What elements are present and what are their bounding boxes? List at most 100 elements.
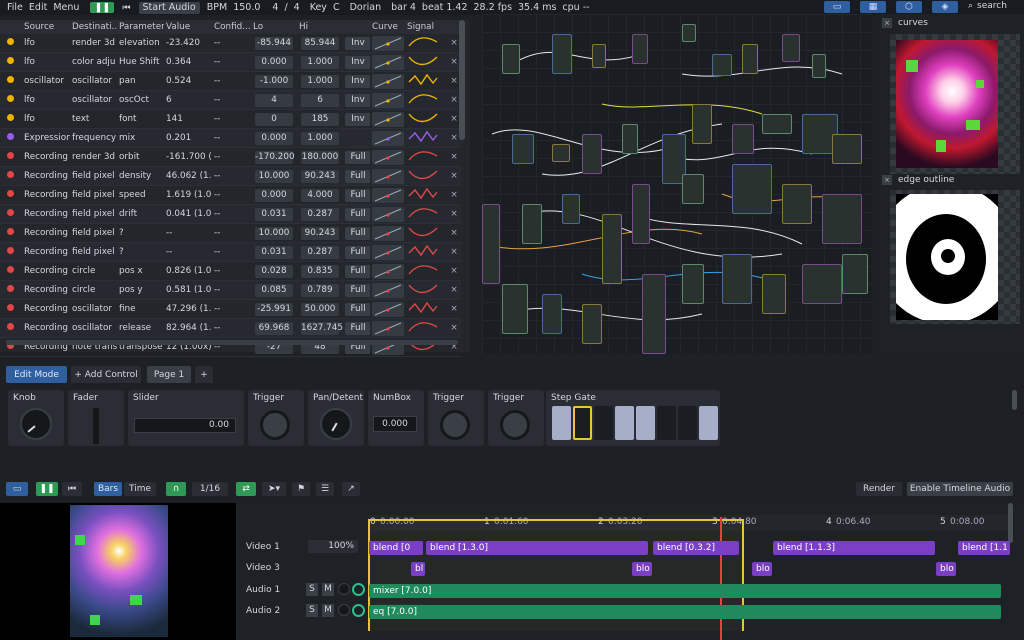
render-button[interactable]: Render (856, 482, 902, 496)
lo-field[interactable]: -85.944 (255, 36, 293, 50)
graph-node[interactable] (732, 164, 772, 214)
table-row[interactable]: Recording field pixel drift 0.041 (1.0( … (0, 204, 461, 224)
video-clip[interactable]: blend [1.1.3] (773, 541, 935, 555)
graph-node[interactable] (842, 254, 868, 294)
playhead[interactable] (720, 517, 722, 640)
curve-preview[interactable] (372, 92, 404, 108)
hi-field[interactable]: 0.287 (301, 245, 339, 259)
hi-field[interactable]: 1.000 (301, 74, 339, 88)
lo-field[interactable]: 0.000 (255, 188, 293, 202)
pan-dial[interactable] (320, 408, 352, 440)
graph-node[interactable] (692, 104, 712, 144)
search-button[interactable]: ⌕ search (968, 1, 1007, 11)
curve-preview[interactable] (372, 225, 404, 241)
row-hi[interactable]: 0.835 (297, 261, 343, 281)
graph-node[interactable] (682, 174, 704, 204)
row-curve[interactable] (370, 261, 405, 281)
solo-button[interactable]: S (306, 604, 318, 617)
mode-button[interactable]: Inv (345, 55, 370, 69)
remove-row-icon[interactable]: × (447, 166, 461, 186)
row-mode[interactable]: Full (343, 166, 370, 186)
col-confidence[interactable]: Confid... (212, 20, 251, 34)
row-lo[interactable]: -25.991 (251, 299, 297, 319)
hi-field[interactable]: 1.000 (301, 131, 339, 145)
numbox-field[interactable]: 0.000 (373, 416, 417, 432)
track-header[interactable]: Video 1 100% (236, 539, 368, 559)
remove-row-icon[interactable]: × (447, 147, 461, 167)
graph-node[interactable] (552, 144, 570, 162)
table-row[interactable]: Recording render 3d orbit -161.700 (1 --… (0, 147, 461, 167)
row-hi[interactable]: 0.287 (297, 242, 343, 262)
layout-panel-icon[interactable]: ▭ (824, 1, 850, 13)
bpm-value[interactable]: 150.0 (230, 2, 263, 13)
row-hi[interactable]: 85.944 (297, 34, 343, 53)
track-header[interactable]: Audio 1 S M (236, 582, 368, 602)
audio-clip[interactable]: mixer [7.0.0] (369, 584, 1001, 598)
mode-button[interactable]: Full (345, 302, 370, 316)
edit-menu[interactable]: Edit (26, 2, 50, 13)
row-hi[interactable]: 90.243 (297, 166, 343, 186)
mode-button[interactable]: Full (345, 169, 370, 183)
graph-node[interactable] (742, 44, 758, 74)
skip-back-icon[interactable]: ⏮ (122, 3, 130, 13)
table-row[interactable]: oscillator oscillator pan 0.524 -- -1.00… (0, 71, 461, 91)
row-curve[interactable] (370, 166, 405, 186)
page-tab-1[interactable]: Page 1 (147, 366, 191, 383)
graph-node[interactable] (782, 184, 812, 224)
col-hi[interactable]: Hi (297, 20, 343, 34)
fader-track[interactable] (93, 408, 99, 444)
graph-node[interactable] (822, 194, 862, 244)
step-gate-step[interactable] (678, 406, 697, 440)
table-row[interactable]: Recording oscillator release 82.964 (1.0… (0, 318, 461, 338)
time-toggle[interactable]: Time (124, 482, 156, 496)
row-mode[interactable]: Inv (343, 90, 370, 110)
step-gate-step[interactable] (657, 406, 676, 440)
row-mode[interactable]: Full (343, 318, 370, 338)
step-gate-step[interactable] (552, 406, 571, 440)
video-clip[interactable]: bl (411, 562, 425, 576)
key-value[interactable]: C (330, 2, 343, 13)
graph-node[interactable] (802, 264, 842, 304)
monitor-button[interactable]: ▭ (6, 482, 28, 496)
row-mode[interactable]: Inv (343, 52, 370, 72)
mode-button[interactable]: Inv (345, 112, 370, 126)
row-lo[interactable]: 0.000 (251, 185, 297, 205)
row-lo[interactable]: 0.085 (251, 280, 297, 300)
graph-node[interactable] (682, 264, 704, 304)
row-hi[interactable]: 4.000 (297, 185, 343, 205)
hi-field[interactable]: 4.000 (301, 188, 339, 202)
timeline-scrollbar[interactable] (1008, 503, 1013, 543)
table-row[interactable]: Recording field pixel density 46.062 (1.… (0, 166, 461, 186)
table-hscrollbar[interactable] (6, 340, 458, 345)
row-lo[interactable]: 0.028 (251, 261, 297, 281)
row-hi[interactable]: 50.000 (297, 299, 343, 319)
mute-button[interactable]: M (322, 604, 334, 617)
graph-node[interactable] (762, 114, 792, 134)
row-lo[interactable]: 0 (251, 109, 297, 129)
trigger-pad-3[interactable] (500, 410, 530, 440)
graph-node[interactable] (502, 284, 528, 334)
lo-field[interactable]: -1.000 (255, 74, 293, 88)
table-row[interactable]: Recording circle pos x 0.826 (1.0( -- 0.… (0, 261, 461, 281)
hi-field[interactable]: 0.789 (301, 283, 339, 297)
row-lo[interactable]: 0.031 (251, 204, 297, 224)
row-curve[interactable] (370, 90, 405, 110)
graph-node[interactable] (552, 34, 572, 74)
loop-button[interactable]: ⇄ (236, 482, 256, 496)
graph-node[interactable] (732, 124, 754, 154)
pause-button[interactable]: ❚❚ (90, 2, 115, 13)
node-view-icon[interactable]: ⬡ (896, 1, 922, 13)
mode-button[interactable]: Inv (345, 93, 370, 107)
snap-button[interactable]: ∩ (166, 482, 186, 496)
graph-node[interactable] (502, 44, 520, 74)
lo-field[interactable]: 0 (255, 112, 293, 126)
grid-view-icon[interactable]: ▦ (860, 1, 886, 13)
table-row[interactable]: Recording field pixel ? -- -- 10.000 90.… (0, 223, 461, 243)
step-gate-step[interactable] (699, 406, 718, 440)
main-menu[interactable]: Menu (50, 2, 82, 13)
start-audio-button[interactable]: Start Audio (138, 1, 200, 14)
scale-mode[interactable]: Dorian (347, 2, 385, 13)
video-clip[interactable]: blo (752, 562, 772, 576)
video-clip[interactable]: blend [0 (369, 541, 423, 555)
row-lo[interactable]: 0.031 (251, 242, 297, 262)
